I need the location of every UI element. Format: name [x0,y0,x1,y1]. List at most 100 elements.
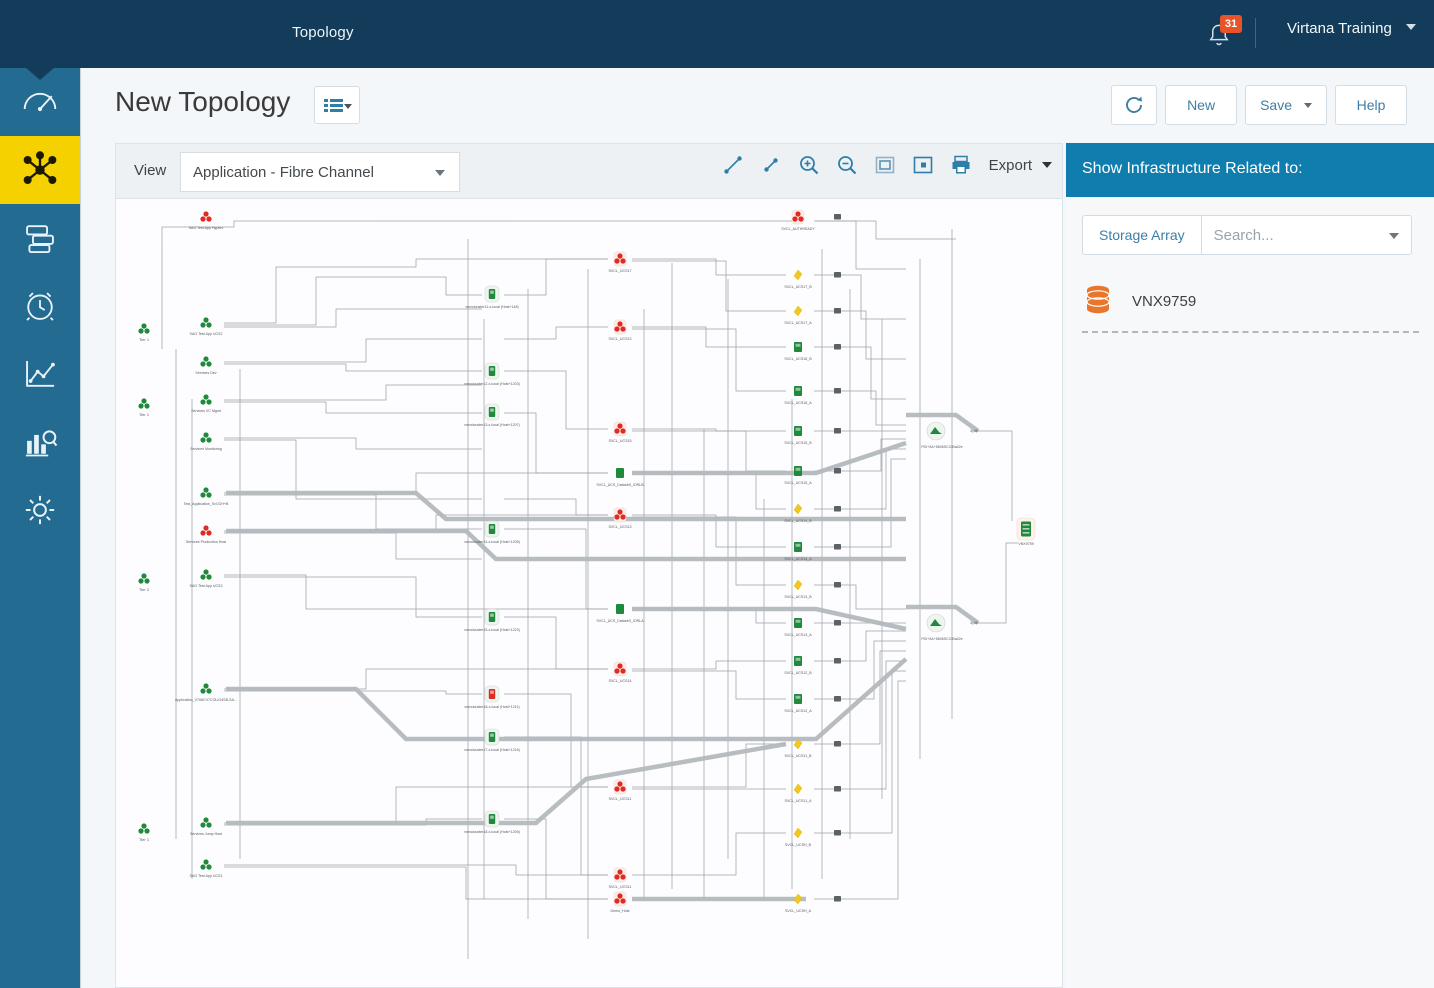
search-box[interactable] [1201,215,1412,255]
volume-node[interactable]: SVCL_UCS15_B [784,426,841,445]
storage-array-node[interactable]: VNX9759 [1016,517,1036,546]
volume-node[interactable]: SVCL_UCS13_A [784,618,841,637]
zoom-in-icon[interactable] [797,153,821,177]
user-menu[interactable]: Virtana Training [1287,20,1416,37]
host-node[interactable]: SAO Test App UCS1 [190,859,223,878]
tier-node[interactable]: Tier 2 [138,573,150,592]
port-icon[interactable] [834,388,841,394]
port-icon[interactable] [834,344,841,350]
zoom-out-icon[interactable] [835,153,859,177]
zoom-to-selection-icon[interactable] [911,153,935,177]
datastore-node[interactable]: vmxclouster16-x-local (Host+1211) [464,685,520,709]
storage-array-node[interactable]: VNX9759 [1016,517,1036,546]
expand-edges-icon[interactable] [721,153,745,177]
port-icon[interactable] [834,506,841,512]
host-node[interactable]: SAO Test App UCS2 [190,317,223,336]
refresh-button[interactable] [1111,85,1158,125]
sidebar-item-infrastructure[interactable] [0,204,80,272]
port-icon[interactable] [834,696,841,702]
port-icon[interactable] [834,272,841,278]
topology-graph-svg[interactable]: Tier 1 Tier 1 Tier 2 Tier 1 SAO Test App Hy… [116,199,1062,987]
export-button[interactable]: Export [989,157,1052,174]
volume-node[interactable]: SVCL_UCS12_A [784,694,841,713]
cluster-node[interactable]: SVCL_UCS11 [609,779,632,801]
new-button[interactable]: New [1165,85,1238,125]
sidebar-item-topology[interactable] [0,136,80,204]
cluster-node[interactable]: SVCL_UCS17 [609,251,632,273]
host-node[interactable]: Services VC Mgmt [191,394,221,413]
port-icon[interactable] [834,620,841,626]
port-icon[interactable] [834,786,841,792]
datastore-node[interactable]: vmxclouster12-x-local (Host+1203) [464,362,520,386]
volume-node[interactable]: SVCL_UCS11_A [784,783,841,803]
port-icon[interactable] [834,428,841,434]
host-nodes[interactable]: SAO Test App Hyperv SAO Test App UCS2 Serv… [175,211,237,878]
node-label: Services Monitoring [190,447,222,451]
tier-node[interactable]: Tier 1 [138,823,150,842]
volume-node[interactable]: SVCL_UCS12_B [784,656,841,675]
datastore-node[interactable]: vmxclouster13-x-local (Host+1207) [464,403,520,427]
cluster-node[interactable]: SVCL_UCS13 [609,319,632,341]
sidebar-item-settings[interactable] [0,476,80,544]
volume-node[interactable]: SVCL_UCS13_B [784,579,841,599]
datastore-node[interactable]: vmxclouster11-x-local (Host+148) [465,285,519,309]
cluster-node[interactable]: SVCL_UCS14 [609,661,632,683]
sidebar-item-alarms[interactable] [0,272,80,340]
port-icon[interactable] [834,214,841,220]
save-button[interactable]: Save [1245,85,1327,125]
fit-to-screen-icon[interactable] [873,153,897,177]
port-icon[interactable] [834,896,841,902]
volume-node[interactable]: SVCL_UCS16_A [784,386,841,405]
port-icon[interactable] [834,658,841,664]
node-label: vmxclouster16-x-local (Host+1211) [464,705,519,709]
volume-icon-highlight [795,467,801,471]
search-input[interactable] [1211,216,1382,254]
cluster-node[interactable]: Demo_Host [611,891,630,913]
resource-type-button[interactable]: Storage Array [1082,215,1202,255]
port-icon[interactable] [834,468,841,474]
notifications-button[interactable]: 31 [1204,15,1242,51]
cluster-node[interactable]: SVCL_UCS15 [609,421,632,443]
host-node[interactable]: Services Dev [195,356,217,375]
tier-node[interactable]: Tier 1 [138,398,150,417]
datastore-node[interactable]: vmxclouster15-x-local (Host+1223) [464,608,520,632]
node-label: Tier 1 [139,337,150,342]
help-button[interactable]: Help [1335,85,1407,125]
view-select[interactable]: Application - Fibre Channel [180,152,460,192]
host-node[interactable]: SAO Test App Hyperv [189,211,224,230]
port-icon[interactable] [834,308,841,314]
print-icon[interactable] [949,153,973,177]
collapse-edges-icon[interactable] [759,153,783,177]
cluster-nodes[interactable]: SVCL_UCS17 SVCL_UCS13 SVCL_UCS15 SVCL_UCS_D… [596,251,644,913]
port-icon[interactable] [834,544,841,550]
datastore-icon-highlight [490,690,494,694]
datastore-icon [488,407,496,417]
sidebar-item-trends[interactable] [0,340,80,408]
tier-node[interactable]: Tier 1 [138,323,150,342]
host-node[interactable]: Application_V708CX7COLIO4SB-SA... [175,683,237,702]
host-node[interactable]: Services Jump Host [190,817,222,836]
port-icon[interactable] [834,830,841,836]
port-icon[interactable] [834,741,841,747]
host-node[interactable]: SAO Test App UCS3 [190,569,223,588]
chevron-down-icon[interactable] [1388,233,1399,239]
cluster-node[interactable]: SVCL_UCS11 [609,867,632,889]
host-node[interactable]: Services Monitoring [190,432,222,451]
volume-node[interactable]: SVCL_AUTHREADY [781,209,841,231]
volume-node[interactable]: SVCL_UCS11_B [784,738,841,758]
port-icon[interactable] [834,582,841,588]
topology-icon [23,151,57,184]
volume-node[interactable]: SVCL_UCSH_B [785,827,841,847]
sidebar-item-dashboard[interactable] [0,68,80,136]
host-node[interactable]: Test_Application_SvCGH+B [184,487,229,506]
topology-list-menu-button[interactable] [314,86,360,124]
datastore-node[interactable]: vmxclouster14-x-local (Host+1205) [464,520,520,544]
sidebar-item-reports[interactable] [0,408,80,476]
datastore-icon-highlight [490,525,494,529]
volume-nodes[interactable]: SVCL_AUTHREADY SVCL_UCS17_B SVCL_UCS17_A SV… [781,209,841,913]
list-item[interactable]: VNX9759 [1082,273,1419,329]
volume-node[interactable]: SVCL_UCS16_B [784,342,841,361]
volume-node[interactable]: SVCL_UCS17_A [784,305,841,325]
topology-graph[interactable]: Tier 1 Tier 1 Tier 2 Tier 1 SAO Test App Hy… [116,199,1062,987]
volume-node[interactable]: SVCL_UCS17_B [784,269,841,289]
